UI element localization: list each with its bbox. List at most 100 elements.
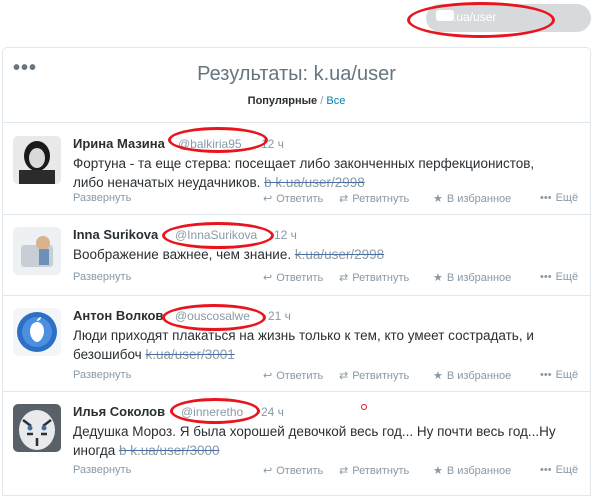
retweet-icon: ⇄	[339, 370, 349, 382]
tweet-text: Дедушка Мороз. Я была хорошей девочкой в…	[73, 422, 583, 460]
favorite-button[interactable]: ★ В избранное	[433, 369, 511, 382]
more-button[interactable]: ••• Ещё	[540, 271, 578, 283]
tweet-time[interactable]: 12 ч	[274, 228, 297, 242]
reply-icon: ↩	[263, 193, 273, 205]
favorite-label: В избранное	[446, 465, 512, 477]
more-icon: •••	[540, 192, 552, 204]
more-button[interactable]: ••• Ещё	[540, 464, 578, 476]
redacted-blur	[436, 10, 454, 21]
favorite-button[interactable]: ★ В избранное	[433, 192, 511, 205]
reply-button[interactable]: ↩ Ответить	[263, 271, 323, 284]
tweet-text: Люди приходят плакаться на жизнь только …	[73, 326, 583, 364]
star-icon: ★	[433, 465, 443, 477]
more-icon: •••	[540, 271, 552, 283]
tweet[interactable]: Inna Surikova @InnaSurikova 12 ч Воображ…	[3, 215, 590, 296]
more-label: Ещё	[555, 192, 579, 204]
retweet-label: Ретвитнуть	[352, 272, 410, 284]
retweet-icon: ⇄	[339, 272, 349, 284]
tweet-text-fragment: иногда	[73, 443, 119, 458]
results-filter-tabs: Популярные / Все	[3, 95, 590, 107]
favorite-button[interactable]: ★ В избранное	[433, 464, 511, 477]
reply-button[interactable]: ↩ Ответить	[263, 369, 323, 382]
expand-button[interactable]: Развернуть	[73, 192, 131, 204]
expand-button[interactable]: Развернуть	[73, 271, 131, 283]
author-handle[interactable]: @ouscosalwe	[175, 309, 250, 323]
retweet-button[interactable]: ⇄ Ретвитнуть	[339, 271, 409, 284]
retweet-label: Ретвитнуть	[352, 465, 410, 477]
retweet-icon: ⇄	[339, 465, 349, 477]
page-title: Результаты: k.ua/user	[3, 63, 590, 86]
tweet-text: Воображение важнее, чем знание. k.ua/use…	[73, 245, 583, 264]
tweet-text-line: Дедушка Мороз. Я была хорошей девочкой в…	[73, 424, 556, 439]
avatar[interactable]	[13, 136, 61, 184]
more-button[interactable]: ••• Ещё	[540, 369, 578, 381]
annotation-dot	[361, 404, 367, 410]
author-handle[interactable]: @InnaSurikova	[175, 228, 257, 242]
author-name[interactable]: Inna Surikova	[73, 227, 158, 242]
tweet[interactable]: Илья Соколов @inneretho 24 ч Дедушка Мор…	[3, 392, 590, 496]
tweet-link[interactable]: b k.ua/user/2998	[264, 175, 365, 190]
tweet-link[interactable]: k.ua/user/3001	[145, 347, 234, 362]
retweet-label: Ретвитнуть	[352, 193, 410, 205]
avatar[interactable]	[13, 308, 61, 356]
author-name[interactable]: Ирина Мазина	[73, 136, 165, 151]
reply-label: Ответить	[276, 370, 324, 382]
reply-button[interactable]: ↩ Ответить	[263, 464, 323, 477]
retweet-button[interactable]: ⇄ Ретвитнуть	[339, 369, 409, 382]
tweet-text-fragment: безошибоч	[73, 347, 146, 362]
retweet-button[interactable]: ⇄ Ретвитнуть	[339, 464, 409, 477]
tweet-text-line: Воображение важнее, чем знание. k.ua/use…	[73, 245, 583, 264]
title-prefix: Результаты:	[197, 63, 314, 85]
avatar[interactable]	[13, 404, 61, 452]
tweet-time[interactable]: 24 ч	[261, 405, 284, 419]
tweet-link[interactable]: b k.ua/user/3000	[119, 443, 220, 458]
author-name[interactable]: Илья Соколов	[73, 404, 165, 419]
tweet-text: Фортуна - та еще стерва: посещает либо з…	[73, 154, 583, 192]
tweet-time[interactable]: 12 ч	[261, 137, 284, 151]
more-button[interactable]: ••• Ещё	[540, 192, 578, 204]
reply-label: Ответить	[276, 465, 324, 477]
tweet-text-line: безошибоч k.ua/user/3001	[73, 345, 583, 364]
tweet-text-fragment: Воображение важнее, чем знание.	[73, 247, 295, 262]
tweet[interactable]: Ирина Мазина @balkiria95 12 ч Фортуна - …	[3, 124, 590, 215]
tweet-link[interactable]: k.ua/user/2998	[295, 247, 384, 262]
tweet-text-line: Фортуна - та еще стерва: посещает либо з…	[73, 156, 535, 171]
search-results-panel: ••• Результаты: k.ua/user Популярные / В…	[2, 47, 591, 496]
more-label: Ещё	[555, 271, 579, 283]
top-bar: .ua/user	[0, 0, 591, 44]
reply-icon: ↩	[263, 465, 273, 477]
tweet[interactable]: Антон Волков @ouscosalwe 21 ч Люди прихо…	[3, 296, 590, 392]
author-handle[interactable]: @balkiria95	[178, 137, 242, 151]
star-icon: ★	[433, 272, 443, 284]
search-input[interactable]: .ua/user	[426, 4, 591, 32]
more-icon: •••	[540, 464, 552, 476]
results-header: ••• Результаты: k.ua/user Популярные / В…	[3, 48, 590, 123]
tab-popular[interactable]: Популярные	[248, 95, 318, 107]
favorite-label: В избранное	[446, 370, 512, 382]
favorite-button[interactable]: ★ В избранное	[433, 271, 511, 284]
author-name[interactable]: Антон Волков	[73, 308, 163, 323]
expand-button[interactable]: Развернуть	[73, 464, 131, 476]
more-label: Ещё	[555, 369, 579, 381]
reply-icon: ↩	[263, 370, 273, 382]
tweet-time[interactable]: 21 ч	[268, 309, 291, 323]
favorite-label: В избранное	[446, 193, 512, 205]
retweet-button[interactable]: ⇄ Ретвитнуть	[339, 192, 409, 205]
author-handle[interactable]: @inneretho	[181, 405, 243, 419]
retweet-icon: ⇄	[339, 193, 349, 205]
tweet-text-line: либо неначатых неудачников. b k.ua/user/…	[73, 173, 583, 192]
tweet-text-fragment: либо неначатых неудачников.	[73, 175, 265, 190]
tweet-text-line: иногда b k.ua/user/3000	[73, 441, 583, 460]
reply-button[interactable]: ↩ Ответить	[263, 192, 323, 205]
avatar[interactable]	[13, 227, 61, 275]
search-query-text: .ua/user	[453, 10, 497, 24]
tab-all[interactable]: Все	[326, 95, 345, 107]
favorite-label: В избранное	[446, 272, 512, 284]
more-label: Ещё	[555, 464, 579, 476]
star-icon: ★	[433, 193, 443, 205]
tab-separator: /	[317, 95, 327, 107]
expand-button[interactable]: Развернуть	[73, 369, 131, 381]
reply-label: Ответить	[276, 272, 324, 284]
tweet-text-line: Люди приходят плакаться на жизнь только …	[73, 328, 534, 343]
star-icon: ★	[433, 370, 443, 382]
